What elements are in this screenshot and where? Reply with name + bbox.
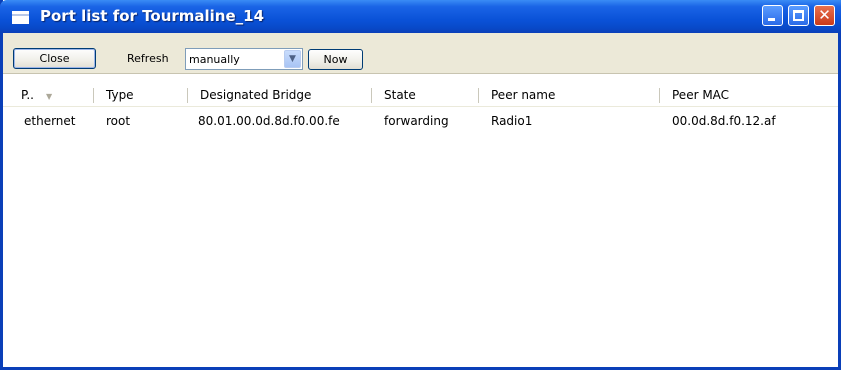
refresh-select-value: manually: [189, 53, 240, 66]
toolbar: Close Refresh manually ▼ Now: [3, 33, 838, 74]
minimize-button[interactable]: [762, 5, 783, 26]
cell-designated-bridge: 80.01.00.0d.8d.f0.00.fe: [198, 114, 340, 128]
table-header: P.. ▼ Type Designated Bridge State Peer n…: [3, 84, 838, 107]
port-list-window: Port list for Tourmaline_14 ✕ Close Refr…: [0, 0, 841, 370]
column-header-peer-mac[interactable]: Peer MAC: [672, 84, 729, 106]
column-header-peer-name[interactable]: Peer name: [491, 84, 555, 106]
column-divider[interactable]: [187, 88, 188, 103]
cell-port: ethernet: [24, 114, 76, 128]
window-title: Port list for Tourmaline_14: [40, 7, 265, 25]
close-button[interactable]: Close: [13, 48, 96, 69]
column-header-designated-bridge[interactable]: Designated Bridge: [200, 84, 311, 106]
column-divider[interactable]: [371, 88, 372, 103]
cell-state: forwarding: [384, 114, 449, 128]
maximize-button[interactable]: [788, 5, 809, 26]
table-row[interactable]: ethernet root 80.01.00.0d.8d.f0.00.fe fo…: [3, 110, 838, 132]
minimize-icon: [768, 18, 775, 21]
column-divider[interactable]: [659, 88, 660, 103]
chevron-down-icon[interactable]: ▼: [284, 50, 301, 68]
column-header-port[interactable]: P.. ▼: [21, 84, 52, 106]
cell-peer-name: Radio1: [491, 114, 533, 128]
column-divider[interactable]: [478, 88, 479, 103]
refresh-select[interactable]: manually ▼: [185, 48, 303, 70]
column-header-state[interactable]: State: [384, 84, 416, 106]
refresh-label: Refresh: [127, 52, 169, 65]
sort-descending-icon: ▼: [46, 92, 53, 101]
now-button[interactable]: Now: [308, 49, 363, 70]
close-icon: ✕: [818, 6, 831, 24]
title-bar[interactable]: Port list for Tourmaline_14 ✕: [0, 0, 841, 33]
cell-type: root: [106, 114, 131, 128]
window-icon: [12, 11, 29, 24]
close-window-button[interactable]: ✕: [814, 5, 835, 26]
column-header-type[interactable]: Type: [106, 84, 134, 106]
column-divider[interactable]: [93, 88, 94, 103]
maximize-icon: [793, 10, 804, 21]
cell-peer-mac: 00.0d.8d.f0.12.af: [672, 114, 776, 128]
